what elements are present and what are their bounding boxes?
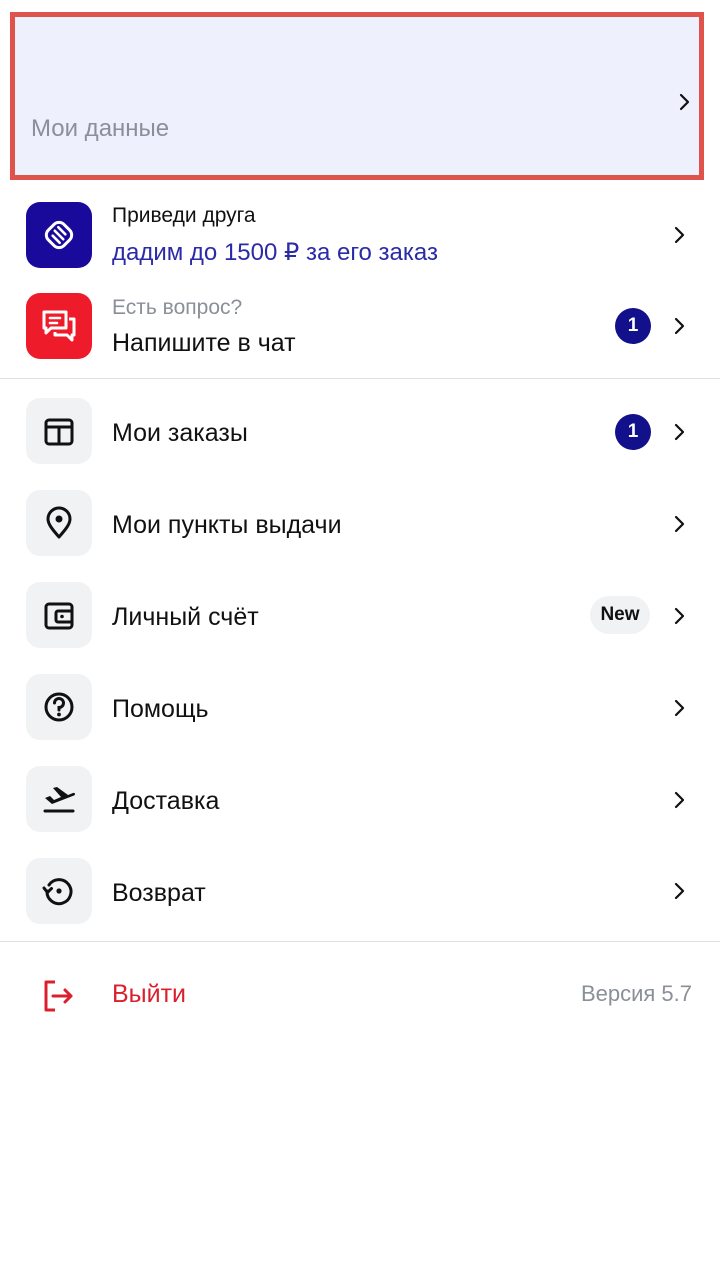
question-circle-icon	[26, 674, 92, 740]
profile-name	[35, 69, 235, 89]
logout-button[interactable]: Выйти	[112, 980, 186, 1009]
menu-item-label: Личный счёт	[112, 603, 259, 631]
my-data-card[interactable]: Мои данные	[10, 12, 704, 180]
menu-item-label: Мои заказы	[112, 419, 248, 447]
chevron-right-icon	[674, 699, 686, 717]
referral-subtitle: дадим до 1500 ₽ за его заказ	[112, 239, 439, 266]
chevron-right-icon	[674, 607, 686, 625]
menu-item-label: Мои пункты выдачи	[112, 511, 342, 539]
profile-menu-screen: Мои данные Приведи друга дадим до 1500 ₽…	[0, 0, 720, 1280]
menu-item-label: Доставка	[112, 787, 220, 815]
menu-item-personal-account[interactable]: Личный счёт New	[0, 570, 720, 662]
chevron-right-icon	[674, 226, 686, 244]
chevron-right-icon	[674, 423, 686, 441]
chevron-right-icon	[674, 515, 686, 533]
handshake-heart-icon	[26, 202, 92, 268]
history-icon	[26, 858, 92, 924]
chevron-right-icon	[674, 882, 686, 900]
chevron-right-icon	[679, 93, 691, 111]
menu-item-help[interactable]: Помощь	[0, 662, 720, 754]
support-chat-row[interactable]: Есть вопрос? Напишите в чат 1	[0, 282, 720, 372]
box-icon	[26, 398, 92, 464]
menu-item-label: Возврат	[112, 879, 206, 907]
orders-badge: 1	[615, 414, 651, 450]
app-version: Версия 5.7	[580, 981, 692, 1006]
menu-item-label: Помощь	[112, 695, 209, 723]
support-title: Есть вопрос?	[112, 296, 243, 319]
plane-departure-icon	[26, 766, 92, 832]
my-data-label: Мои данные	[31, 115, 170, 142]
chevron-right-icon	[674, 791, 686, 809]
menu-item-pickup-points[interactable]: Мои пункты выдачи	[0, 478, 720, 570]
location-pin-icon	[26, 490, 92, 556]
menu-item-orders[interactable]: Мои заказы 1	[0, 386, 720, 478]
divider	[0, 378, 720, 379]
divider	[0, 941, 720, 942]
referral-title: Приведи друга	[112, 204, 256, 227]
chevron-right-icon	[674, 317, 686, 335]
new-badge: New	[590, 596, 650, 634]
menu-item-returns[interactable]: Возврат	[0, 846, 720, 938]
referral-row[interactable]: Приведи друга дадим до 1500 ₽ за его зак…	[0, 190, 720, 280]
support-subtitle: Напишите в чат	[112, 329, 296, 357]
logout-icon[interactable]	[40, 978, 76, 1014]
wallet-icon	[26, 582, 92, 648]
unread-badge: 1	[615, 308, 651, 344]
chat-bubbles-icon	[26, 293, 92, 359]
menu-item-delivery[interactable]: Доставка	[0, 754, 720, 846]
